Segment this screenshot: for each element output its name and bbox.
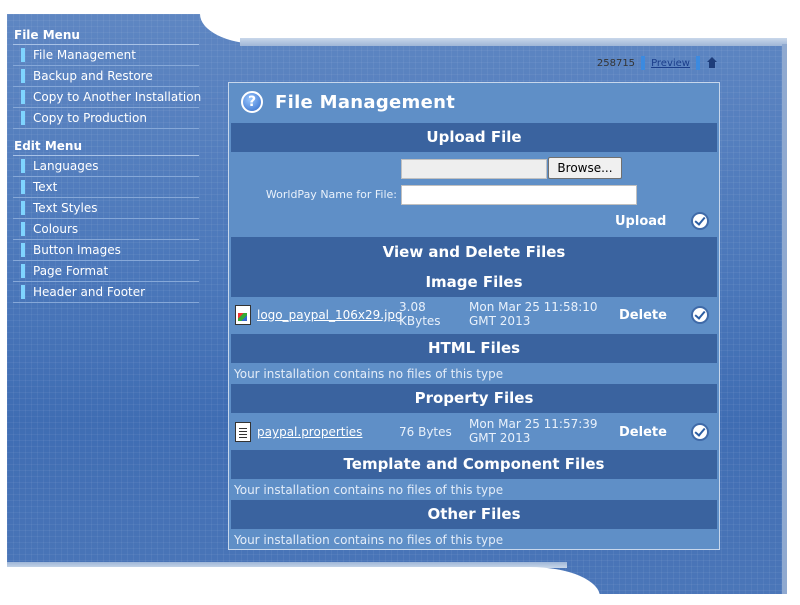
top-links: 258715 Preview [597, 55, 718, 71]
view-delete-title: View and Delete Files [382, 243, 566, 261]
help-icon[interactable]: ? [241, 91, 263, 113]
bullet-bar-icon [21, 69, 25, 83]
file-date: Mon Mar 25 11:58:10 GMT 2013 [469, 300, 599, 328]
file-menu-title: File Menu [13, 26, 199, 45]
page-title: File Management [275, 91, 456, 113]
other-files-heading: Other Files [231, 500, 717, 529]
delete-check-icon[interactable] [691, 306, 709, 324]
panel-header: ? File Management [229, 83, 719, 121]
sidebar-item-label: Copy to Another Installation [33, 90, 202, 104]
separator-bar [696, 56, 700, 70]
delete-button[interactable]: Delete [619, 425, 667, 440]
file-link[interactable]: paypal.properties [257, 425, 362, 439]
file-date: Mon Mar 25 11:57:39 GMT 2013 [469, 417, 599, 445]
edit-menu-title: Edit Menu [13, 137, 199, 156]
document-file-icon [235, 422, 251, 442]
sidebar-item-button-images[interactable]: Button Images [13, 240, 199, 261]
template-empty-message: Your installation contains no files of t… [234, 483, 504, 497]
sidebar-item-label: Button Images [33, 243, 121, 257]
sidebar-item-languages[interactable]: Languages [13, 156, 199, 177]
bottom-curve [0, 567, 600, 605]
separator-bar [641, 56, 646, 70]
image-files-heading: Image Files [425, 273, 523, 291]
bullet-bar-icon [21, 201, 25, 215]
bullet-bar-icon [21, 264, 25, 278]
sidebar-item-label: Page Format [33, 264, 109, 278]
html-empty-message: Your installation contains no files of t… [234, 367, 504, 381]
file-size: 3.08 KBytes [399, 300, 441, 328]
sidebar-item-label: Languages [33, 159, 99, 173]
html-files-heading: HTML Files [231, 334, 717, 363]
sidebar-item-label: Header and Footer [33, 285, 146, 299]
file-management-panel: ? File Management Upload File Browse... … [228, 82, 720, 550]
sidebar-item-page-format[interactable]: Page Format [13, 261, 199, 282]
worldpay-name-label: WorldPay Name for File: [265, 188, 397, 201]
sidebar-item-text-styles[interactable]: Text Styles [13, 198, 199, 219]
sidebar-item-backup-restore[interactable]: Backup and Restore [13, 66, 199, 87]
file-size-value: 3.08 [399, 300, 426, 314]
sidebar-item-colours[interactable]: Colours [13, 219, 199, 240]
bullet-bar-icon [21, 90, 25, 104]
table-row: paypal.properties 76 Bytes Mon Mar 25 11… [231, 414, 717, 450]
upload-form: Browse... WorldPay Name for File: Upload [231, 152, 717, 238]
sidebar-item-text[interactable]: Text [13, 177, 199, 198]
sidebar-item-label: Text Styles [33, 201, 98, 215]
upload-button[interactable]: Upload [615, 214, 666, 229]
bullet-bar-icon [21, 222, 25, 236]
table-row: logo_paypal_106x29.jpg 3.08 KBytes Mon M… [231, 297, 717, 333]
right-edge [782, 44, 787, 594]
home-icon[interactable] [706, 57, 718, 69]
browse-button[interactable]: Browse... [548, 157, 622, 179]
sidebar: File Menu File Management Backup and Res… [13, 26, 202, 303]
top-strip [240, 38, 787, 46]
bullet-bar-icon [21, 159, 25, 173]
delete-check-icon[interactable] [691, 423, 709, 441]
sidebar-item-header-footer[interactable]: Header and Footer [13, 282, 199, 303]
bullet-bar-icon [21, 48, 25, 62]
bullet-bar-icon [21, 243, 25, 257]
file-size-unit: KBytes [399, 314, 441, 328]
image-file-icon [235, 305, 251, 325]
sidebar-item-label: Text [33, 180, 58, 194]
file-date-line1: Mon Mar 25 11:57:39 [469, 417, 598, 431]
sidebar-item-copy-production[interactable]: Copy to Production [13, 108, 199, 129]
property-files-heading: Property Files [231, 384, 717, 413]
sidebar-item-copy-installation[interactable]: Copy to Another Installation [13, 87, 202, 108]
file-link[interactable]: logo_paypal_106x29.jpg [257, 308, 403, 322]
sidebar-item-label: Backup and Restore [33, 69, 153, 83]
bullet-bar-icon [21, 180, 25, 194]
upload-check-icon[interactable] [691, 212, 709, 230]
file-size: 76 Bytes [399, 425, 452, 439]
preview-link[interactable]: Preview [651, 58, 690, 69]
sidebar-item-label: Colours [33, 222, 79, 236]
file-date-line1: Mon Mar 25 11:58:10 [469, 300, 598, 314]
view-delete-heading: View and Delete Files Image Files [231, 237, 717, 297]
other-empty-message: Your installation contains no files of t… [234, 533, 504, 547]
delete-button[interactable]: Delete [619, 308, 667, 323]
sidebar-item-file-management[interactable]: File Management [13, 45, 199, 66]
file-path-input[interactable] [401, 159, 547, 179]
installation-id: 258715 [596, 57, 636, 69]
file-date-line2: GMT 2013 [469, 314, 531, 328]
worldpay-name-input[interactable] [401, 185, 637, 205]
sidebar-item-label: File Management [33, 48, 136, 62]
bullet-bar-icon [21, 285, 25, 299]
file-date-line2: GMT 2013 [469, 431, 531, 445]
bullet-bar-icon [21, 111, 25, 125]
sidebar-item-label: Copy to Production [33, 111, 147, 125]
upload-file-heading: Upload File [231, 123, 717, 152]
template-files-heading: Template and Component Files [231, 450, 717, 479]
